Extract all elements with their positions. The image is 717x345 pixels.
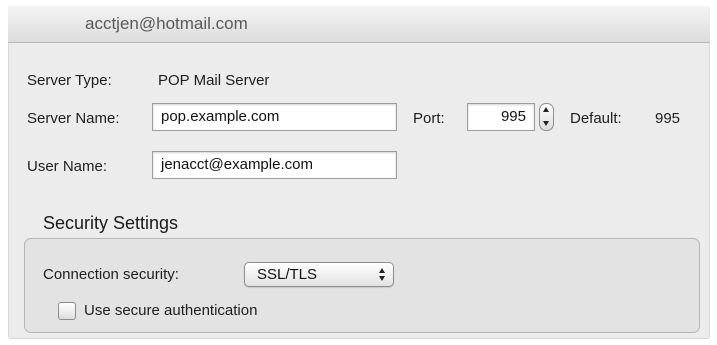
account-settings-panel: acctjen@hotmail.com Server Type: POP Mai… <box>8 6 710 339</box>
account-header: acctjen@hotmail.com <box>8 6 710 43</box>
secure-authentication-label[interactable]: Use secure authentication <box>84 302 257 319</box>
port-increment-button[interactable] <box>540 104 553 117</box>
arrow-up-icon <box>543 107 549 112</box>
connection-security-label: Connection security: <box>43 266 179 283</box>
port-input[interactable]: 995 <box>467 103 535 131</box>
server-name-input[interactable]: pop.example.com <box>152 103 397 131</box>
port-default-value: 995 <box>655 110 681 127</box>
user-name-input[interactable]: jenacct@example.com <box>152 151 397 179</box>
server-name-label: Server Name: <box>27 110 120 127</box>
user-name-label: User Name: <box>27 158 108 175</box>
port-stepper[interactable] <box>539 103 554 131</box>
server-type-value: POP Mail Server <box>158 72 270 89</box>
arrow-down-icon <box>543 121 549 126</box>
account-title: acctjen@hotmail.com <box>85 14 248 33</box>
port-decrement-button[interactable] <box>540 117 553 130</box>
server-type-label: Server Type: <box>27 72 112 89</box>
security-settings-heading: Security Settings <box>43 213 179 233</box>
port-default-label: Default: <box>570 110 622 127</box>
secure-authentication-checkbox[interactable] <box>58 302 76 320</box>
connection-security-value: SSL/TLS <box>257 266 318 283</box>
popup-arrows-icon <box>379 267 387 282</box>
port-label: Port: <box>413 110 445 127</box>
connection-security-select[interactable]: SSL/TLS <box>244 262 394 287</box>
